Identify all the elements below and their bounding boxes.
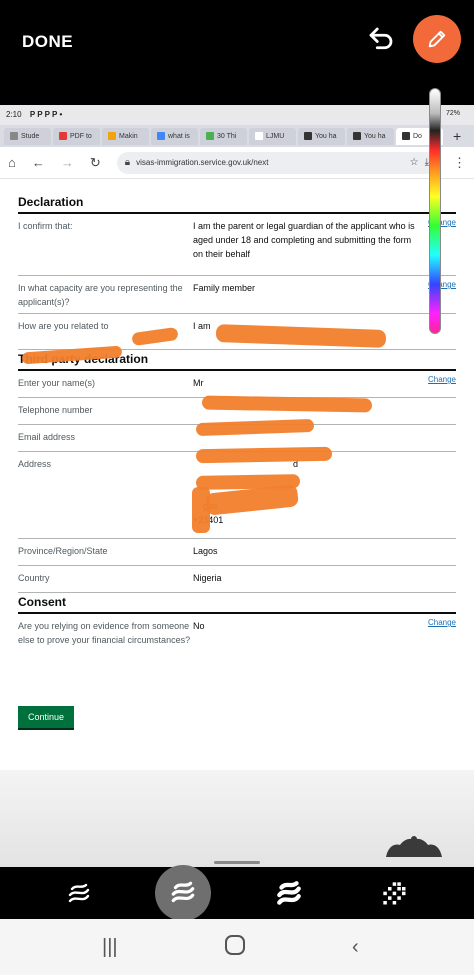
- back-nav-icon[interactable]: ‹: [352, 936, 359, 959]
- star-icon[interactable]: ☆: [410, 157, 419, 168]
- redaction-stroke: [195, 446, 333, 464]
- undo-icon[interactable]: [366, 24, 396, 54]
- pixelate-tool-icon[interactable]: [378, 877, 412, 911]
- tab-favicon-icon: [255, 132, 263, 140]
- row-value: Mr: [193, 378, 204, 388]
- tab-favicon-icon: [304, 132, 312, 140]
- pen-button[interactable]: [413, 15, 461, 63]
- change-link[interactable]: Change: [428, 375, 456, 384]
- row-value: No: [193, 621, 205, 631]
- redaction-stroke: [201, 395, 373, 413]
- highlighter-tool-icon[interactable]: [155, 865, 211, 921]
- row-value: Nigeria: [193, 573, 222, 583]
- browser-tab[interactable]: 30 Thi: [200, 127, 247, 145]
- system-navigation-bar: ||| ‹: [0, 919, 474, 975]
- continue-button[interactable]: Continue: [18, 706, 75, 728]
- declaration-row: In what capacity are you representing th…: [18, 276, 456, 314]
- home-button-icon[interactable]: [224, 934, 246, 962]
- address-code: +23401: [193, 513, 418, 527]
- url-bar[interactable]: 🔒︎ visas-immigration.service.gov.uk/next…: [116, 151, 437, 174]
- consent-heading: Consent: [18, 595, 456, 614]
- battery-indicator: 72%: [445, 110, 460, 117]
- tab-favicon-icon: [402, 132, 410, 140]
- tab-label: what is: [168, 132, 190, 140]
- browser-tab[interactable]: what is: [151, 127, 198, 145]
- third-party-row: Enter your name(s) Mr Change: [18, 371, 456, 398]
- tab-favicon-icon: [10, 132, 18, 140]
- tab-label: Do: [413, 132, 422, 140]
- tab-label: You ha: [364, 132, 386, 140]
- drawing-tool-bar: [0, 865, 474, 921]
- tab-label: Makin: [119, 132, 138, 140]
- tab-label: LJMU: [266, 132, 285, 140]
- forward-icon[interactable]: →: [61, 155, 74, 170]
- color-picker-slider[interactable]: [429, 88, 441, 334]
- row-key: Enter your name(s): [18, 378, 96, 388]
- row-key: Email address: [18, 432, 76, 442]
- menu-icon[interactable]: ⋮: [453, 155, 466, 171]
- lock-icon: 🔒︎: [124, 157, 131, 168]
- new-tab-icon[interactable]: +: [453, 128, 461, 144]
- drag-handle[interactable]: [214, 861, 260, 864]
- browser-tab[interactable]: Stude: [4, 127, 51, 145]
- change-link[interactable]: Change: [428, 618, 456, 627]
- row-key: Telephone number: [18, 405, 93, 415]
- row-key: In what capacity are you representing th…: [18, 283, 183, 307]
- country-row: Country Nigeria: [18, 566, 456, 593]
- row-value: I am the parent or legal guardian of the…: [193, 221, 415, 259]
- browser-tab[interactable]: Makin: [102, 127, 149, 145]
- province-row: Province/Region/State Lagos: [18, 539, 456, 566]
- row-value: Family member: [193, 283, 256, 293]
- recents-icon[interactable]: |||: [102, 936, 118, 959]
- tab-favicon-icon: [157, 132, 165, 140]
- screenshot-canvas[interactable]: 2:10 P P P P • 72% Stude PDF to Makin what …: [0, 105, 474, 867]
- home-icon[interactable]: ⌂: [8, 155, 16, 170]
- pencil-icon: [428, 30, 446, 48]
- declaration-heading: Declaration: [18, 195, 456, 214]
- row-key: Are you relying on evidence from someone…: [18, 621, 191, 645]
- browser-tab[interactable]: You ha: [298, 127, 345, 145]
- status-indicators: P P P P •: [29, 110, 63, 119]
- editor-top-bar: DONE: [0, 0, 474, 86]
- pen-tool-icon[interactable]: [62, 877, 96, 911]
- browser-tab[interactable]: LJMU: [249, 127, 296, 145]
- consent-row: Are you relying on evidence from someone…: [18, 614, 456, 666]
- row-key: Province/Region/State: [18, 546, 108, 556]
- browser-toolbar: ⌂ ← → ↻ 🔒︎ visas-immigration.service.gov…: [0, 147, 474, 179]
- tab-favicon-icon: [206, 132, 214, 140]
- browser-tab-bar: Stude PDF to Makin what is 30 Thi LJMU You ha Y…: [0, 125, 474, 147]
- tab-favicon-icon: [108, 132, 116, 140]
- row-value: Lagos: [193, 546, 218, 556]
- row-key: Country: [18, 573, 50, 583]
- tab-label: 30 Thi: [217, 132, 237, 140]
- tab-label: You ha: [315, 132, 337, 140]
- tab-label: Stude: [21, 132, 40, 140]
- reload-icon[interactable]: ↻: [90, 155, 101, 171]
- browser-tab[interactable]: You ha: [347, 127, 394, 145]
- back-icon[interactable]: ←: [32, 155, 45, 170]
- declaration-row: I confirm that: I am the parent or legal…: [18, 214, 456, 276]
- status-time: 2:10: [6, 110, 22, 119]
- done-button[interactable]: DONE: [22, 32, 73, 52]
- browser-tab[interactable]: PDF to: [53, 127, 100, 145]
- tab-favicon-icon: [353, 132, 361, 140]
- tab-label: PDF to: [70, 132, 92, 140]
- url-text: visas-immigration.service.gov.uk/next: [136, 158, 269, 167]
- row-key: Address: [18, 459, 52, 469]
- marker-tool-icon[interactable]: [272, 877, 306, 911]
- crown-crest-icon: [386, 836, 442, 857]
- status-bar: 2:10 P P P P • 72%: [0, 105, 474, 125]
- tab-favicon-icon: [59, 132, 67, 140]
- row-key: I confirm that:: [18, 221, 73, 231]
